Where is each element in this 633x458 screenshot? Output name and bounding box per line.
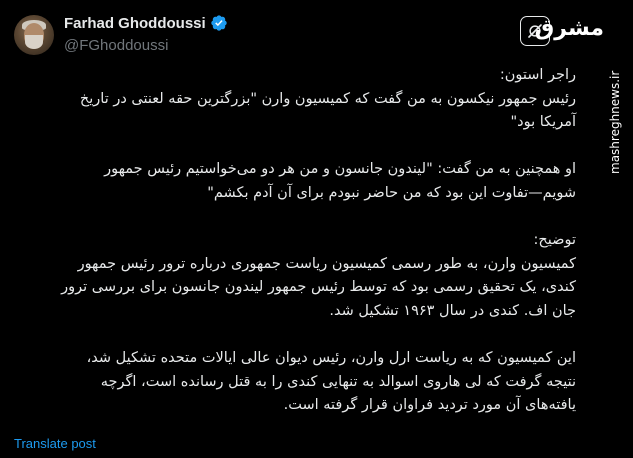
post-line: رئیس جمهور نیکسون به من گفت که کمیسیون و… (79, 90, 576, 107)
post-paragraph: توضیح: کمیسیون وارن، به طور رسمی کمیسیون… (12, 229, 576, 323)
avatar-beard (25, 35, 43, 49)
post-paragraph: او همچنین به من گفت: "لیندون جانسون و من… (12, 158, 576, 205)
post-line: کمیسیون وارن، به طور رسمی کمیسیون ریاست … (77, 255, 576, 272)
site-watermark: mashreghnews.ir (608, 70, 622, 174)
post-line: جان اف. کندی در سال ۱۹۶۳ تشکیل شد. (329, 302, 576, 319)
translate-post-link[interactable]: Translate post (14, 436, 96, 451)
post-text: راجر استون: رئیس جمهور نیکسون به من گفت … (12, 64, 576, 418)
post-line: نتیجه گرفت که لی هاروی اسوالد به تنهایی … (100, 373, 576, 390)
verified-badge-icon (211, 15, 227, 31)
post-paragraph: راجر استون: رئیس جمهور نیکسون به من گفت … (12, 64, 576, 135)
post-line: آمریکا بود" (510, 114, 576, 131)
mashregh-logo: مشرق (534, 16, 605, 41)
post-line: کندی، یک تحقیق رسمی بود که توسط رئیس جمه… (61, 279, 576, 296)
post-line: یافته‌های آن مورد تردید فراوان قرار گرفت… (283, 397, 576, 414)
author-handle[interactable]: @FGhoddoussi (64, 37, 168, 54)
author-name-row: Farhad Ghoddoussi (64, 14, 228, 32)
post-line: راجر استون: (499, 67, 576, 83)
post-paragraph: این کمیسیون که به ریاست ارل وارن، رئیس د… (12, 347, 576, 418)
post-line: او همچنین به من گفت: "لیندون جانسون و من… (104, 161, 576, 178)
post-line: توضیح: (533, 232, 576, 249)
author-name[interactable]: Farhad Ghoddoussi (64, 15, 206, 32)
post-line: شویم—تفاوت این بود که من حاضر نبودم برای… (207, 184, 576, 201)
post-line: این کمیسیون که به ریاست ارل وارن، رئیس د… (86, 350, 576, 367)
avatar[interactable] (14, 15, 54, 55)
